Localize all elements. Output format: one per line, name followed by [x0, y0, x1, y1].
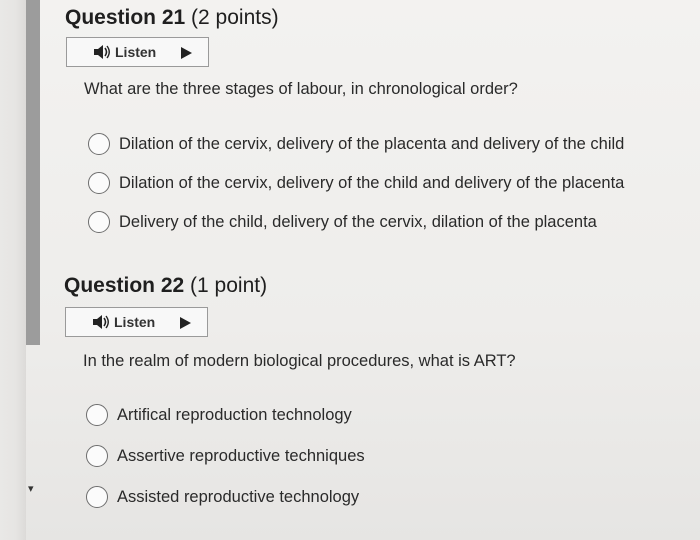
- q22-option-3[interactable]: Assisted reproductive technology: [86, 486, 359, 508]
- listen-label: Listen: [114, 314, 156, 330]
- listen-button-q21[interactable]: Listen: [66, 37, 209, 67]
- question-21-prompt: What are the three stages of labour, in …: [84, 80, 518, 98]
- option-label: Assertive reproductive techniques: [117, 446, 365, 465]
- option-label: Dilation of the cervix, delivery of the …: [119, 134, 625, 153]
- left-rail: ▾: [0, 0, 40, 540]
- question-points: (2 points): [191, 6, 279, 29]
- option-label: Dilation of the cervix, delivery of the …: [119, 173, 625, 192]
- option-label: Artifical reproduction technology: [117, 405, 352, 424]
- radio-button[interactable]: [88, 172, 110, 194]
- play-icon[interactable]: [180, 317, 191, 329]
- question-points: (1 point): [190, 274, 268, 297]
- question-22-prompt: In the realm of modern biological proced…: [83, 352, 516, 370]
- scroll-indicator[interactable]: [26, 0, 40, 345]
- q22-option-1[interactable]: Artifical reproduction technology: [86, 404, 352, 426]
- listen-label: Listen: [115, 44, 157, 60]
- q22-option-2[interactable]: Assertive reproductive techniques: [86, 445, 365, 467]
- radio-button[interactable]: [88, 211, 110, 233]
- question-22-title: Question 22 (1 point): [64, 274, 267, 298]
- speaker-icon: [93, 44, 111, 60]
- radio-button[interactable]: [88, 133, 110, 155]
- question-number: Question 21: [65, 6, 186, 29]
- speaker-icon: [92, 314, 110, 330]
- q21-option-1[interactable]: Dilation of the cervix, delivery of the …: [88, 133, 624, 155]
- radio-button[interactable]: [86, 486, 108, 508]
- option-label: Assisted reproductive technology: [117, 487, 360, 506]
- q21-option-3[interactable]: Delivery of the child, delivery of the c…: [88, 211, 597, 233]
- q21-option-2[interactable]: Dilation of the cervix, delivery of the …: [88, 172, 624, 194]
- radio-button[interactable]: [86, 445, 108, 467]
- option-label: Delivery of the child, delivery of the c…: [119, 212, 597, 231]
- listen-button-q22[interactable]: Listen: [65, 307, 208, 337]
- question-number: Question 22: [64, 274, 185, 297]
- question-21-title: Question 21 (2 points): [65, 6, 279, 30]
- caret-down-icon: ▾: [28, 483, 34, 495]
- play-icon[interactable]: [181, 47, 192, 59]
- radio-button[interactable]: [86, 404, 108, 426]
- quiz-page: ▾ Question 21 (2 points) Listen What are…: [0, 0, 700, 540]
